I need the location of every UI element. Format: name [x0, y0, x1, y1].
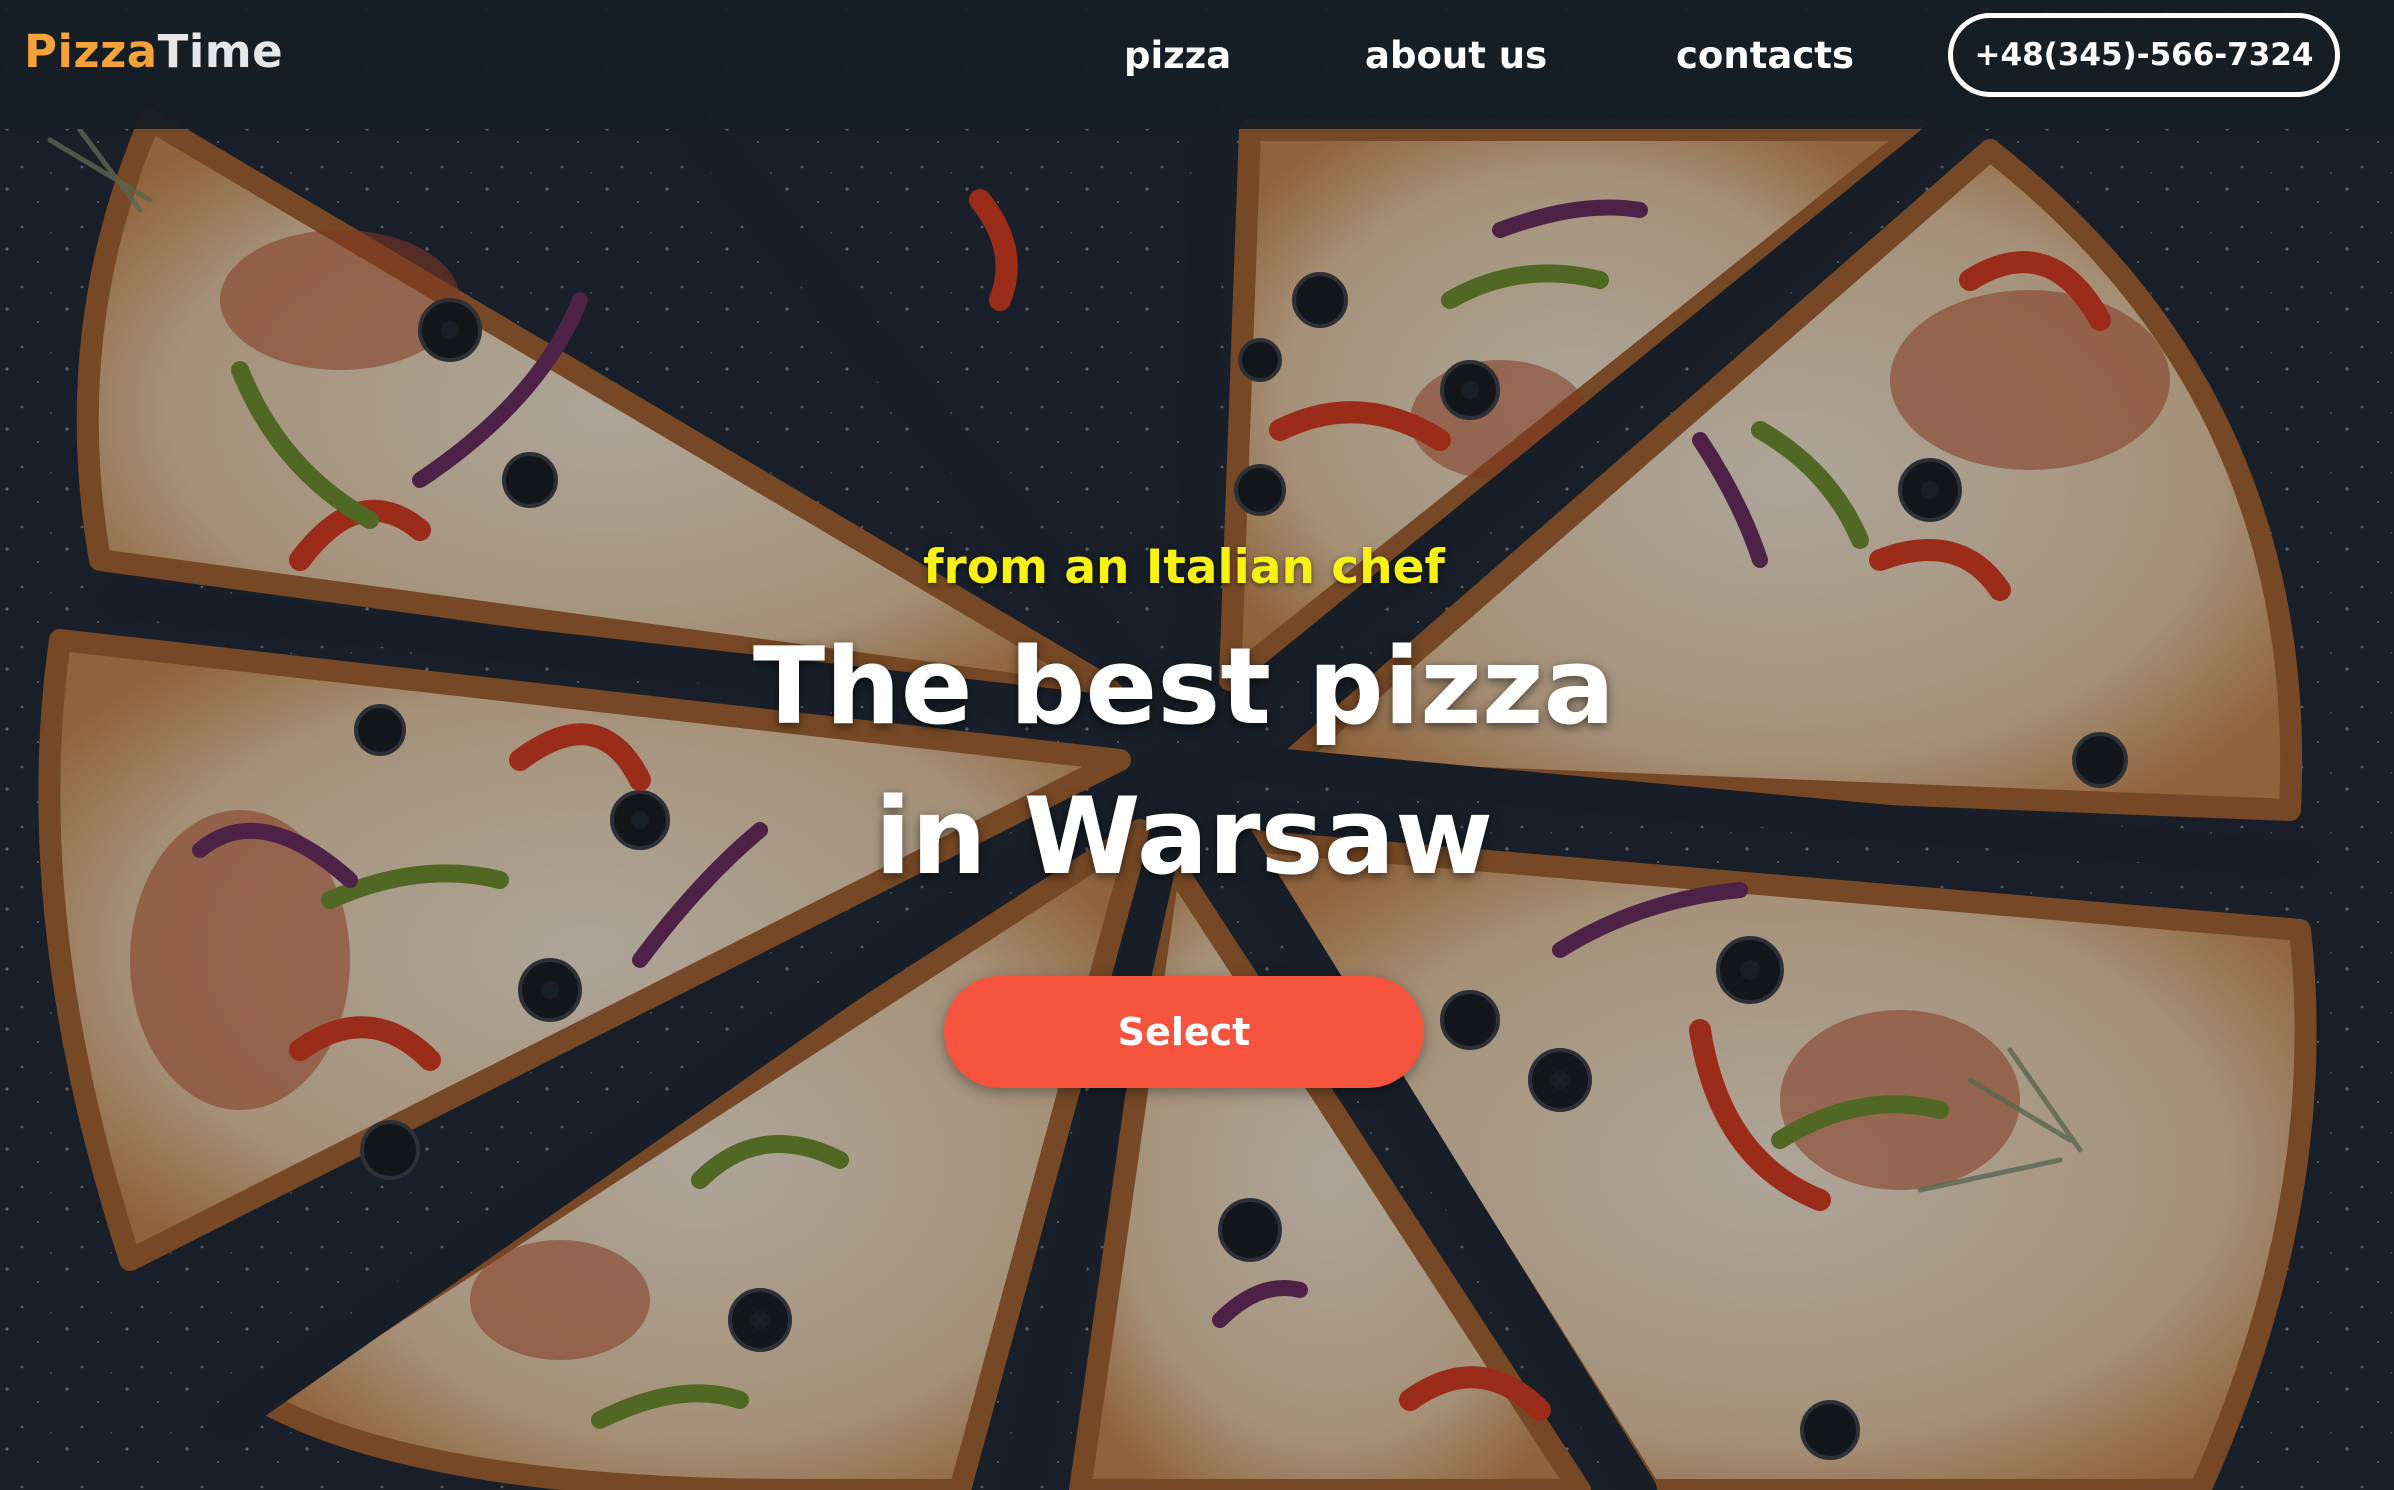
hero-title: The best pizza in Warsaw — [0, 612, 2368, 912]
logo-text-pizza: Pizza — [24, 25, 158, 78]
nav-link-contacts[interactable]: contacts — [1676, 30, 1854, 82]
nav-link-pizza[interactable]: pizza — [1124, 30, 1231, 82]
select-button[interactable]: Select — [944, 976, 1424, 1088]
hero-title-line-1: The best pizza — [752, 625, 1616, 748]
hero-title-line-2: in Warsaw — [874, 775, 1494, 898]
logo-text-time: Time — [157, 25, 284, 78]
page: PizzaTime pizza about us contacts +48(34… — [0, 0, 2394, 1490]
hero-subtitle: from an Italian chef — [923, 540, 1445, 595]
logo[interactable]: PizzaTime — [24, 22, 283, 82]
nav-link-about-us[interactable]: about us — [1365, 30, 1547, 82]
site-header: PizzaTime pizza about us contacts +48(34… — [0, 0, 2394, 129]
phone-button[interactable]: +48(345)-566-7324 — [1948, 13, 2340, 97]
